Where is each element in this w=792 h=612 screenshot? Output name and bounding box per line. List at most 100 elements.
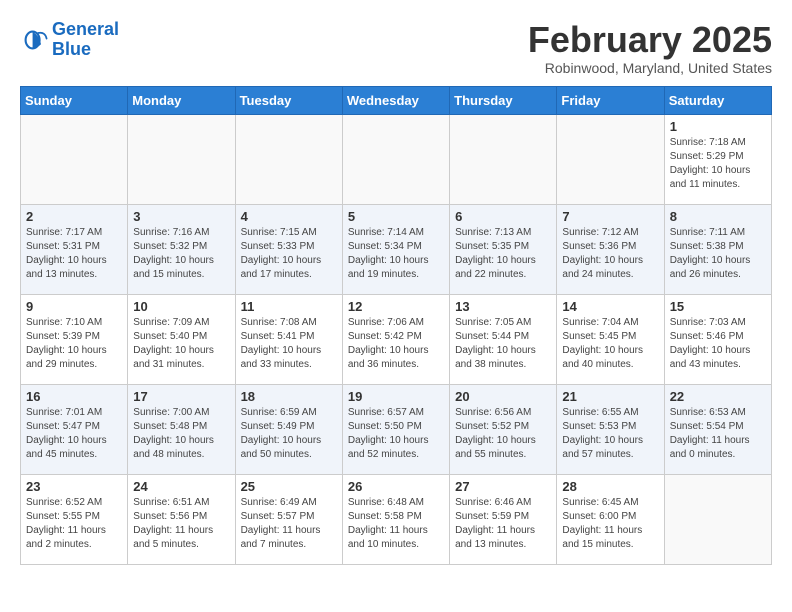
logo: General Blue [20, 20, 119, 60]
calendar-week-row: 2 Sunrise: 7:17 AM Sunset: 5:31 PM Daylig… [21, 204, 772, 294]
day-info: Sunrise: 7:12 AM Sunset: 5:36 PM Dayligh… [562, 226, 658, 282]
day-number: 13 [455, 299, 551, 314]
day-info: Sunrise: 7:04 AM Sunset: 5:45 PM Dayligh… [562, 316, 658, 372]
calendar-header-row: SundayMondayTuesdayWednesdayThursdayFrid… [21, 86, 772, 114]
calendar-cell [664, 474, 771, 564]
title-block: February 2025 Robinwood, Maryland, Unite… [528, 20, 772, 76]
day-number: 28 [562, 479, 658, 494]
calendar-cell: 23 Sunrise: 6:52 AM Sunset: 5:55 PM Dayli… [21, 474, 128, 564]
calendar-cell: 21 Sunrise: 6:55 AM Sunset: 5:53 PM Dayli… [557, 384, 664, 474]
calendar-cell: 2 Sunrise: 7:17 AM Sunset: 5:31 PM Daylig… [21, 204, 128, 294]
calendar-cell: 3 Sunrise: 7:16 AM Sunset: 5:32 PM Daylig… [128, 204, 235, 294]
day-number: 2 [26, 209, 122, 224]
col-header-thursday: Thursday [450, 86, 557, 114]
day-number: 22 [670, 389, 766, 404]
month-year-title: February 2025 [528, 20, 772, 60]
day-number: 25 [241, 479, 337, 494]
day-info: Sunrise: 7:06 AM Sunset: 5:42 PM Dayligh… [348, 316, 444, 372]
calendar-cell: 12 Sunrise: 7:06 AM Sunset: 5:42 PM Dayli… [342, 294, 449, 384]
logo-text: General Blue [52, 20, 119, 60]
calendar-cell [342, 114, 449, 204]
day-number: 17 [133, 389, 229, 404]
day-number: 20 [455, 389, 551, 404]
day-info: Sunrise: 7:14 AM Sunset: 5:34 PM Dayligh… [348, 226, 444, 282]
col-header-wednesday: Wednesday [342, 86, 449, 114]
day-info: Sunrise: 7:09 AM Sunset: 5:40 PM Dayligh… [133, 316, 229, 372]
calendar-cell: 6 Sunrise: 7:13 AM Sunset: 5:35 PM Daylig… [450, 204, 557, 294]
location-subtitle: Robinwood, Maryland, United States [528, 60, 772, 76]
day-number: 6 [455, 209, 551, 224]
day-number: 21 [562, 389, 658, 404]
day-info: Sunrise: 6:55 AM Sunset: 5:53 PM Dayligh… [562, 406, 658, 462]
calendar-cell [21, 114, 128, 204]
day-number: 26 [348, 479, 444, 494]
calendar-cell [128, 114, 235, 204]
col-header-saturday: Saturday [664, 86, 771, 114]
calendar-cell: 7 Sunrise: 7:12 AM Sunset: 5:36 PM Daylig… [557, 204, 664, 294]
col-header-monday: Monday [128, 86, 235, 114]
calendar-cell: 19 Sunrise: 6:57 AM Sunset: 5:50 PM Dayli… [342, 384, 449, 474]
col-header-tuesday: Tuesday [235, 86, 342, 114]
day-info: Sunrise: 7:18 AM Sunset: 5:29 PM Dayligh… [670, 136, 766, 192]
day-number: 23 [26, 479, 122, 494]
calendar-cell: 4 Sunrise: 7:15 AM Sunset: 5:33 PM Daylig… [235, 204, 342, 294]
day-number: 24 [133, 479, 229, 494]
day-number: 16 [26, 389, 122, 404]
day-info: Sunrise: 6:52 AM Sunset: 5:55 PM Dayligh… [26, 496, 122, 552]
calendar-cell: 24 Sunrise: 6:51 AM Sunset: 5:56 PM Dayli… [128, 474, 235, 564]
calendar-cell [235, 114, 342, 204]
day-info: Sunrise: 6:48 AM Sunset: 5:58 PM Dayligh… [348, 496, 444, 552]
calendar-week-row: 1 Sunrise: 7:18 AM Sunset: 5:29 PM Daylig… [21, 114, 772, 204]
calendar-cell: 25Sunrise: 6:49 AM Sunset: 5:57 PM Dayli… [235, 474, 342, 564]
calendar-cell: 14 Sunrise: 7:04 AM Sunset: 5:45 PM Dayli… [557, 294, 664, 384]
day-number: 11 [241, 299, 337, 314]
day-info: Sunrise: 7:10 AM Sunset: 5:39 PM Dayligh… [26, 316, 122, 372]
day-number: 3 [133, 209, 229, 224]
calendar-cell: 18 Sunrise: 6:59 AM Sunset: 5:49 PM Dayli… [235, 384, 342, 474]
day-number: 7 [562, 209, 658, 224]
calendar-cell: 28 Sunrise: 6:45 AM Sunset: 6:00 PM Dayli… [557, 474, 664, 564]
day-info: Sunrise: 6:45 AM Sunset: 6:00 PM Dayligh… [562, 496, 658, 552]
day-info: Sunrise: 7:05 AM Sunset: 5:44 PM Dayligh… [455, 316, 551, 372]
calendar-table: SundayMondayTuesdayWednesdayThursdayFrid… [20, 86, 772, 565]
calendar-cell: 11 Sunrise: 7:08 AM Sunset: 5:41 PM Dayli… [235, 294, 342, 384]
calendar-cell: 13 Sunrise: 7:05 AM Sunset: 5:44 PM Dayli… [450, 294, 557, 384]
day-number: 14 [562, 299, 658, 314]
calendar-cell: 15 Sunrise: 7:03 AM Sunset: 5:46 PM Dayli… [664, 294, 771, 384]
day-info: Sunrise: 7:15 AM Sunset: 5:33 PM Dayligh… [241, 226, 337, 282]
day-info: Sunrise: 7:03 AM Sunset: 5:46 PM Dayligh… [670, 316, 766, 372]
day-number: 4 [241, 209, 337, 224]
day-number: 19 [348, 389, 444, 404]
day-info: Sunrise: 7:11 AM Sunset: 5:38 PM Dayligh… [670, 226, 766, 282]
day-number: 1 [670, 119, 766, 134]
day-info: Sunrise: 6:51 AM Sunset: 5:56 PM Dayligh… [133, 496, 229, 552]
day-info: Sunrise: 6:56 AM Sunset: 5:52 PM Dayligh… [455, 406, 551, 462]
col-header-friday: Friday [557, 86, 664, 114]
day-number: 15 [670, 299, 766, 314]
calendar-cell: 26 Sunrise: 6:48 AM Sunset: 5:58 PM Dayli… [342, 474, 449, 564]
calendar-cell: 17Sunrise: 7:00 AM Sunset: 5:48 PM Dayli… [128, 384, 235, 474]
day-number: 10 [133, 299, 229, 314]
page-header: General Blue February 2025 Robinwood, Ma… [20, 20, 772, 76]
day-info: Sunrise: 7:17 AM Sunset: 5:31 PM Dayligh… [26, 226, 122, 282]
day-info: Sunrise: 7:08 AM Sunset: 5:41 PM Dayligh… [241, 316, 337, 372]
logo-icon [20, 26, 48, 54]
day-number: 18 [241, 389, 337, 404]
day-number: 8 [670, 209, 766, 224]
calendar-week-row: 23 Sunrise: 6:52 AM Sunset: 5:55 PM Dayli… [21, 474, 772, 564]
day-info: Sunrise: 6:59 AM Sunset: 5:49 PM Dayligh… [241, 406, 337, 462]
day-number: 12 [348, 299, 444, 314]
calendar-cell: 8 Sunrise: 7:11 AM Sunset: 5:38 PM Daylig… [664, 204, 771, 294]
day-number: 9 [26, 299, 122, 314]
calendar-week-row: 9 Sunrise: 7:10 AM Sunset: 5:39 PM Daylig… [21, 294, 772, 384]
calendar-cell: 16 Sunrise: 7:01 AM Sunset: 5:47 PM Dayli… [21, 384, 128, 474]
day-info: Sunrise: 7:01 AM Sunset: 5:47 PM Dayligh… [26, 406, 122, 462]
calendar-cell [450, 114, 557, 204]
col-header-sunday: Sunday [21, 86, 128, 114]
day-info: Sunrise: 7:13 AM Sunset: 5:35 PM Dayligh… [455, 226, 551, 282]
day-info: Sunrise: 7:16 AM Sunset: 5:32 PM Dayligh… [133, 226, 229, 282]
day-info: Sunrise: 6:53 AM Sunset: 5:54 PM Dayligh… [670, 406, 766, 462]
calendar-cell: 10 Sunrise: 7:09 AM Sunset: 5:40 PM Dayli… [128, 294, 235, 384]
day-info: Sunrise: 6:57 AM Sunset: 5:50 PM Dayligh… [348, 406, 444, 462]
calendar-cell [557, 114, 664, 204]
